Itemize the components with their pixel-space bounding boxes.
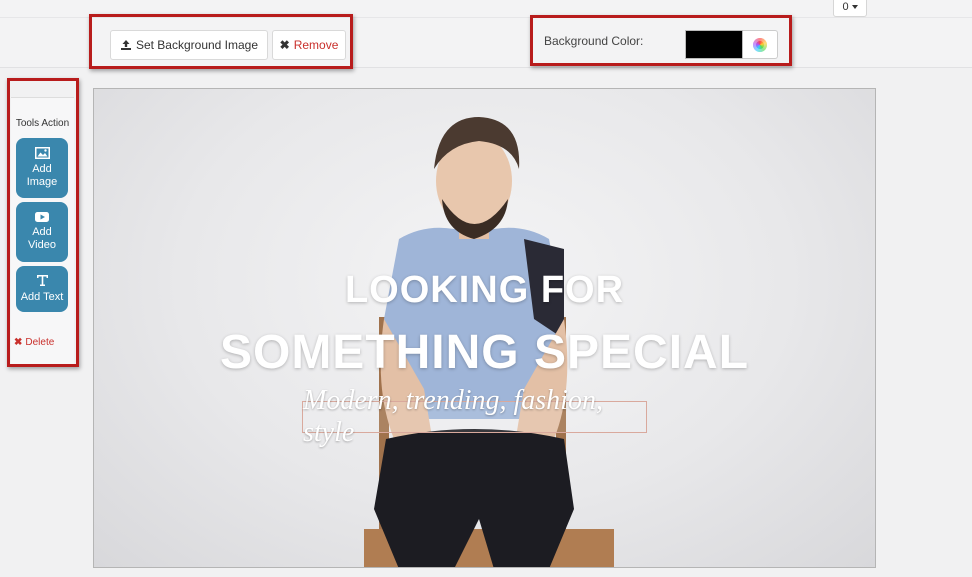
design-canvas[interactable]: LOOKING FOR SOMETHING SPECIAL Modern, tr…: [93, 88, 876, 568]
highlight-box-background-color: [530, 15, 792, 66]
dropdown-value: 0: [842, 1, 849, 13]
tagline-text[interactable]: Modern, trending, fashion, style: [302, 385, 647, 448]
headline-line-1[interactable]: LOOKING FOR: [94, 269, 875, 312]
zoom-dropdown[interactable]: 0: [833, 0, 867, 17]
highlight-box-tools: [7, 78, 79, 367]
caret-down-icon: [851, 5, 858, 9]
highlight-box-background-image: [89, 14, 353, 69]
headline-line-2[interactable]: SOMETHING SPECIAL: [94, 325, 875, 380]
